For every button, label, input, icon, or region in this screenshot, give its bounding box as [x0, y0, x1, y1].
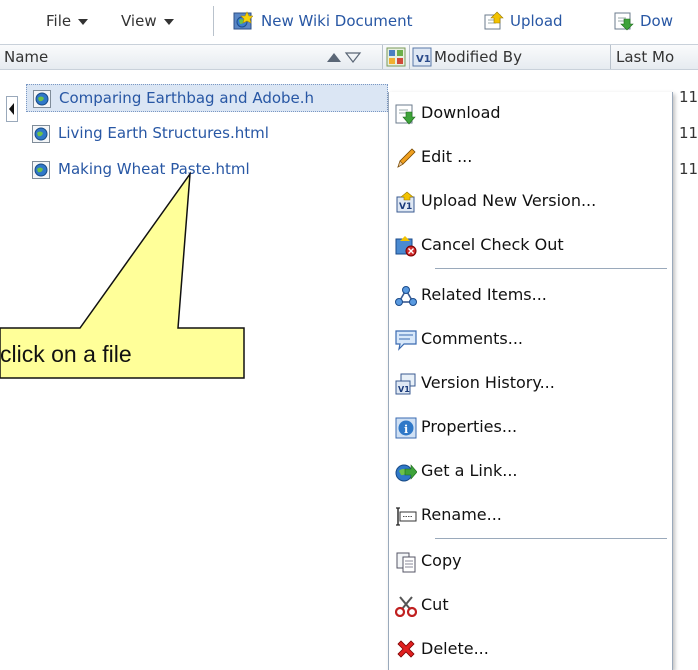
delete-icon	[397, 639, 415, 658]
context-menu: Download Edit ... V1 Upload New Version.…	[388, 92, 673, 670]
file-name-link[interactable]: Comparing Earthbag and Adobe.h	[59, 89, 314, 107]
menu-item-label: Copy	[421, 551, 462, 570]
last-modified-cell: 11	[679, 124, 698, 142]
menu-item-label: Edit ...	[421, 147, 473, 166]
menu-item-label: Download	[421, 103, 501, 122]
upload-button[interactable]: Upload	[510, 10, 563, 32]
type-column-icon	[386, 47, 406, 67]
upload-icon	[484, 11, 504, 30]
upload-version-icon: V1	[396, 191, 415, 212]
related-items-icon	[395, 285, 417, 306]
menu-divider	[435, 268, 667, 269]
version-column-icon: V1	[412, 47, 432, 67]
last-modified-cell: 11	[679, 160, 698, 178]
menu-item-label: Delete...	[421, 639, 489, 658]
file-menu-button[interactable]: File	[46, 10, 89, 32]
menu-item-get-a-link[interactable]: Get a Link...	[395, 456, 665, 486]
toolbar-divider	[213, 6, 214, 36]
svg-text:V1: V1	[416, 54, 431, 65]
svg-text:V1: V1	[398, 385, 410, 394]
svg-text:i: i	[404, 423, 408, 436]
menu-item-label: Comments...	[421, 329, 523, 348]
menu-item-rename[interactable]: Rename...	[395, 500, 665, 530]
column-divider[interactable]	[382, 45, 383, 69]
column-divider[interactable]	[409, 45, 410, 69]
menu-item-label: Upload New Version...	[421, 191, 597, 210]
chevron-down-icon	[78, 18, 89, 25]
file-menu-label: File	[46, 12, 72, 30]
new-wiki-document-button[interactable]: New Wiki Document	[261, 10, 413, 32]
view-menu-button[interactable]: View	[121, 10, 174, 32]
column-header-name[interactable]: Name	[4, 45, 48, 69]
menu-item-edit[interactable]: Edit ...	[395, 142, 665, 172]
column-header-last-modified[interactable]: Last Mo	[616, 45, 674, 69]
menu-item-label: Get a Link...	[421, 461, 518, 480]
menu-item-download[interactable]: Download	[395, 98, 665, 128]
column-divider[interactable]	[610, 45, 611, 69]
cancel-checkout-icon	[395, 235, 417, 256]
svg-text:V1: V1	[399, 202, 412, 212]
menu-item-label: Related Items...	[421, 285, 547, 304]
rename-icon	[396, 506, 417, 526]
menu-divider	[435, 538, 667, 539]
sort-icon[interactable]	[326, 51, 364, 63]
menu-item-copy[interactable]: Copy	[395, 546, 665, 576]
menu-item-label: Cancel Check Out	[421, 235, 564, 254]
menu-item-version-history[interactable]: V1 Version History...	[395, 368, 665, 398]
copy-icon	[396, 552, 416, 572]
comments-icon	[395, 329, 417, 351]
html-file-icon	[33, 89, 51, 108]
version-history-icon: V1	[395, 373, 416, 394]
menu-item-upload-new-version[interactable]: V1 Upload New Version...	[395, 186, 665, 216]
view-menu-label: View	[121, 12, 157, 30]
link-icon	[395, 463, 417, 481]
file-name-link[interactable]: Living Earth Structures.html	[58, 124, 269, 142]
toolbar: File View New Wiki Document Upload Dow	[0, 0, 698, 40]
download-button[interactable]: Dow	[640, 10, 673, 32]
scroll-left-arrow-icon[interactable]	[6, 96, 18, 122]
callout-text: click on a file	[0, 341, 132, 367]
menu-item-label: Rename...	[421, 505, 502, 524]
html-file-icon	[32, 124, 50, 143]
column-header-modified-by[interactable]: Modified By	[434, 45, 522, 69]
download-icon	[395, 104, 416, 124]
last-modified-cell: 11	[679, 88, 698, 106]
table-header: Name V1 Modified By Last Mo	[0, 44, 698, 70]
menu-item-related-items[interactable]: Related Items...	[395, 280, 665, 310]
menu-item-properties[interactable]: i Properties...	[395, 412, 665, 442]
menu-item-label: Properties...	[421, 417, 518, 436]
download-icon	[614, 12, 634, 31]
cut-icon	[395, 595, 417, 617]
menu-item-label: Cut	[421, 595, 449, 614]
new-wiki-icon	[233, 11, 253, 30]
chevron-down-icon	[163, 18, 174, 25]
pencil-icon	[397, 147, 416, 168]
table-row[interactable]: Living Earth Structures.html	[26, 120, 269, 146]
menu-item-delete[interactable]: Delete...	[395, 634, 665, 664]
menu-item-cancel-check-out[interactable]: Cancel Check Out	[395, 230, 665, 260]
properties-icon: i	[395, 417, 417, 438]
menu-item-cut[interactable]: Cut	[395, 590, 665, 620]
menu-item-comments[interactable]: Comments...	[395, 324, 665, 354]
menu-item-label: Version History...	[421, 373, 555, 392]
table-row[interactable]: Comparing Earthbag and Adobe.h	[26, 84, 388, 112]
